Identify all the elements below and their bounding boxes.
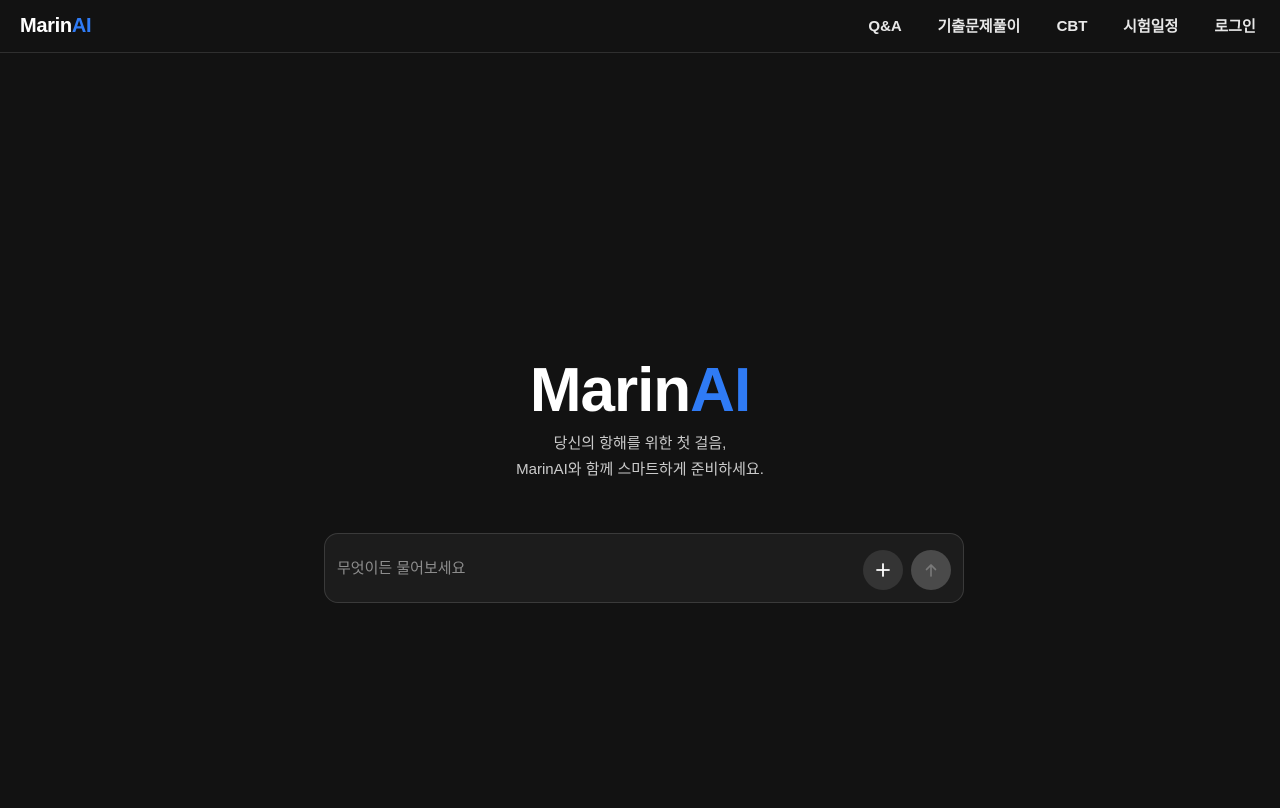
nav-link-cbt[interactable]: CBT xyxy=(1057,17,1088,37)
ask-box xyxy=(324,533,964,603)
hero-title-part-marin: Marin xyxy=(529,356,691,425)
header-logo-part-ai: AI xyxy=(71,15,92,37)
hero-subtitle-line-1: 당신의 항해를 위한 첫 걸음, xyxy=(553,435,727,452)
hero-section: MarinAI 당신의 항해를 위한 첫 걸음, MarinAI와 함께 스마트… xyxy=(0,355,1280,483)
top-navigation-bar: MarinAI Q&A 기출문제풀이 CBT 시험일정 로그인 xyxy=(0,0,1280,53)
nav-link-past-exams[interactable]: 기출문제풀이 xyxy=(938,17,1021,37)
plus-icon xyxy=(876,563,890,577)
hero-subtitle: 당신의 항해를 위한 첫 걸음, MarinAI와 함께 스마트하게 준비하세요… xyxy=(0,431,1280,483)
header-logo-part-marin: Marin xyxy=(20,15,72,37)
arrow-up-icon xyxy=(925,564,937,577)
send-button[interactable] xyxy=(911,550,951,590)
nav-link-qna[interactable]: Q&A xyxy=(868,17,901,37)
header-logo[interactable]: MarinAI xyxy=(20,13,92,39)
add-attachment-button[interactable] xyxy=(863,550,903,590)
nav-link-exam-schedule[interactable]: 시험일정 xyxy=(1123,17,1178,37)
ask-input[interactable] xyxy=(337,554,857,582)
nav-link-login[interactable]: 로그인 xyxy=(1215,17,1256,37)
hero-title-part-ai: AI xyxy=(690,356,751,425)
main-nav: Q&A 기출문제풀이 CBT 시험일정 로그인 xyxy=(868,0,1256,53)
hero-subtitle-line-2: MarinAI와 함께 스마트하게 준비하세요. xyxy=(516,461,764,478)
hero-title: MarinAI xyxy=(0,355,1280,427)
